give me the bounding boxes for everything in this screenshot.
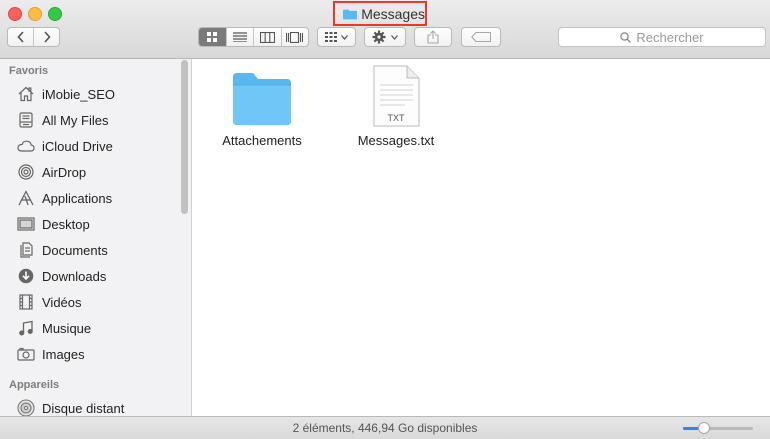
downloads-icon [16,267,35,285]
disc-icon [16,399,35,416]
search-icon [620,31,632,43]
folder-item[interactable]: Attachements [202,69,322,148]
coverflow-icon [286,31,304,43]
all-files-icon [16,111,35,129]
sidebar-item-imobie-seo[interactable]: iMobie_SEO [16,83,115,105]
sidebar-item-musique[interactable]: Musique [16,317,91,339]
grid-icon [207,32,218,42]
sidebar-item-documents[interactable]: Documents [16,239,108,261]
finder-window: Messages Rechercher Favoris iMobie_SEO A… [0,0,770,439]
music-icon [16,319,35,337]
sidebar-scrollbar-thumb[interactable] [181,60,188,214]
coverflow-view-button[interactable] [282,28,309,46]
desktop-icon [16,215,35,233]
file-item[interactable]: TXT Messages.txt [336,65,456,148]
window-title-text: Messages [361,5,425,22]
chevron-left-icon [16,31,24,43]
tag-icon [471,32,491,42]
sidebar-item-applications[interactable]: Applications [16,187,112,209]
sidebar-item-label: Musique [42,320,92,336]
home-icon [16,85,35,103]
navigation-buttons [7,27,60,47]
minimize-window-button[interactable] [28,7,42,21]
text-file-icon: TXT [373,65,420,127]
gear-icon [372,30,386,44]
column-view-button[interactable] [254,28,282,46]
sidebar-item-downloads[interactable]: Downloads [16,265,106,287]
sidebar-item-images[interactable]: Images [16,343,85,365]
forward-button[interactable] [34,28,59,46]
action-button[interactable] [364,27,406,47]
chevron-down-icon [391,34,398,40]
folder-icon [233,73,291,125]
applications-icon [16,189,35,207]
arrange-button[interactable] [317,27,356,47]
airdrop-icon [16,163,35,181]
sidebar-item-disque-distant[interactable]: Disque distant [16,397,124,416]
sidebar-item-label: Vidéos [42,294,82,310]
sidebar-section-devices: Appareils [9,379,60,391]
file-type-badge: TXT [388,113,406,123]
status-text: 2 éléments, 446,94 Go disponibles [292,421,478,435]
window-title: Messages [333,1,427,26]
sidebar-item-label: Applications [42,190,113,206]
file-name: Attachements [222,133,302,148]
tag-button[interactable] [461,27,501,47]
file-browser: Attachements TXT Messages.txt [192,59,770,416]
sidebar-item-desktop[interactable]: Desktop [16,213,90,235]
share-icon [427,30,439,44]
sidebar-item-label: Disque distant [42,400,125,416]
close-window-button[interactable] [8,7,22,21]
sidebar-item-label: AirDrop [42,164,87,180]
sidebar-item-label: Desktop [42,216,90,232]
zoom-window-button[interactable] [48,7,62,21]
sidebar-section-favorites: Favoris [9,65,49,77]
columns-icon [259,31,275,43]
search-field[interactable]: Rechercher [558,27,766,47]
view-mode-control [198,27,309,47]
arrange-grid-icon [325,32,337,42]
sidebar-item-videos[interactable]: Vidéos [16,291,82,313]
slider-knob[interactable] [698,422,710,434]
sidebar: Favoris iMobie_SEO All My Files iCloud D… [0,59,192,416]
back-button[interactable] [8,28,34,46]
cloud-icon [16,137,35,155]
folder-icon [343,9,358,19]
sidebar-item-label: All My Files [42,112,109,128]
sidebar-item-label: iMobie_SEO [42,86,115,102]
icon-view-button[interactable] [199,28,227,46]
status-bar: 2 éléments, 446,94 Go disponibles [0,416,770,439]
sidebar-item-label: Downloads [42,268,107,284]
share-button[interactable] [414,27,452,47]
file-name: Messages.txt [357,133,435,148]
icon-size-slider[interactable] [683,422,753,434]
documents-icon [16,241,35,259]
video-icon [16,293,35,311]
titlebar: Messages Rechercher [0,0,770,59]
list-icon [232,32,247,42]
camera-icon [16,345,35,363]
chevron-right-icon [43,31,51,43]
sidebar-item-icloud-drive[interactable]: iCloud Drive [16,135,113,157]
list-view-button[interactable] [227,28,254,46]
sidebar-item-airdrop[interactable]: AirDrop [16,161,86,183]
sidebar-item-label: Images [42,346,85,362]
sidebar-item-label: iCloud Drive [42,138,113,154]
sidebar-item-label: Documents [42,242,108,258]
sidebar-item-all-my-files[interactable]: All My Files [16,109,108,131]
chevron-down-icon [341,34,348,40]
search-placeholder: Rechercher [636,29,704,45]
